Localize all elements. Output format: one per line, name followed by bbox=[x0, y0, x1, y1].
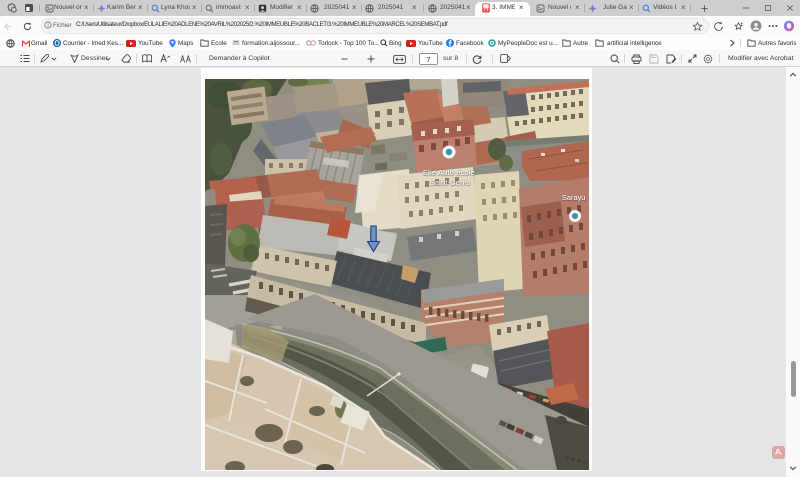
svg-text:Sarayu: Sarayu bbox=[562, 193, 585, 202]
svg-text:Elie Auto école: Elie Auto école bbox=[423, 168, 475, 177]
svg-text:Saint-Denis: Saint-Denis bbox=[430, 178, 471, 187]
